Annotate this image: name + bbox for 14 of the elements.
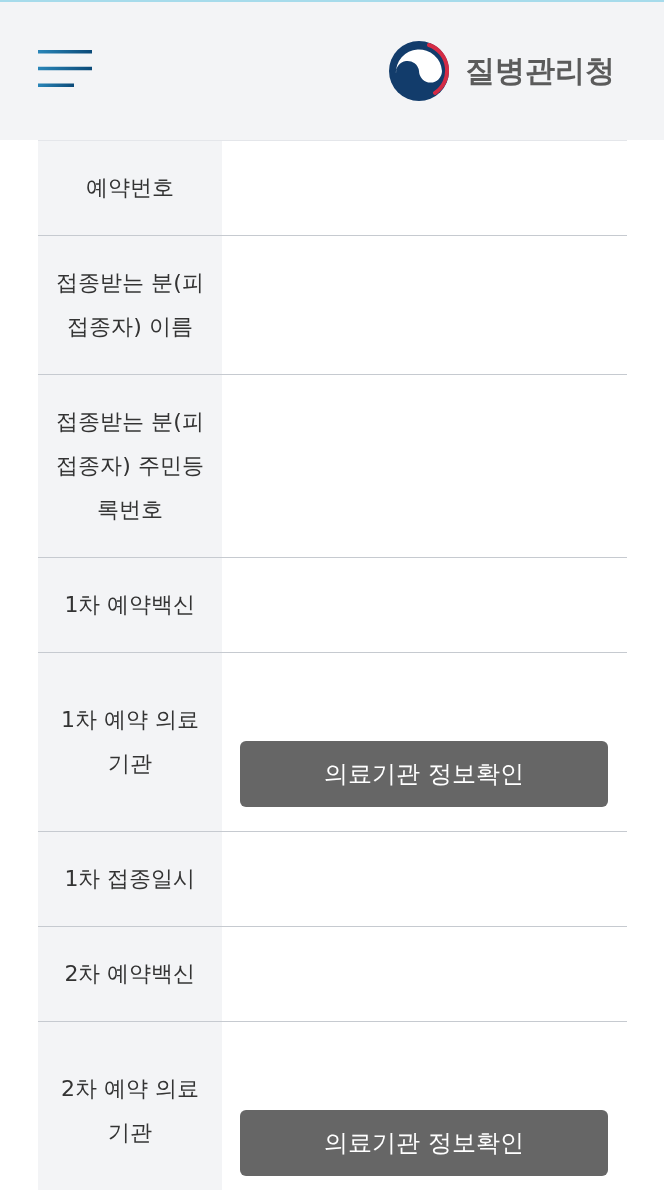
row-label: 1차 접종일시 [38,832,222,926]
row-label: 예약번호 [38,141,222,235]
info-check-button[interactable]: 의료기관 정보확인 [240,741,608,807]
info-check-button[interactable]: 의료기관 정보확인 [240,1110,608,1176]
row-label: 2차 예약백신 [38,927,222,1021]
row-label: 1차 예약백신 [38,558,222,652]
row-label: 접종받는 분(피접종자) 이름 [38,236,222,374]
menu-icon [38,49,92,87]
row-label: 2차 예약 의료기관 [38,1022,222,1190]
menu-button[interactable] [38,49,92,87]
row-label: 접종받는 분(피접종자) 주민등록번호 [38,375,222,557]
row-label: 1차 예약 의료기관 [38,653,222,831]
emblem-icon [389,41,449,101]
agency-name: 질병관리청 [465,53,615,89]
